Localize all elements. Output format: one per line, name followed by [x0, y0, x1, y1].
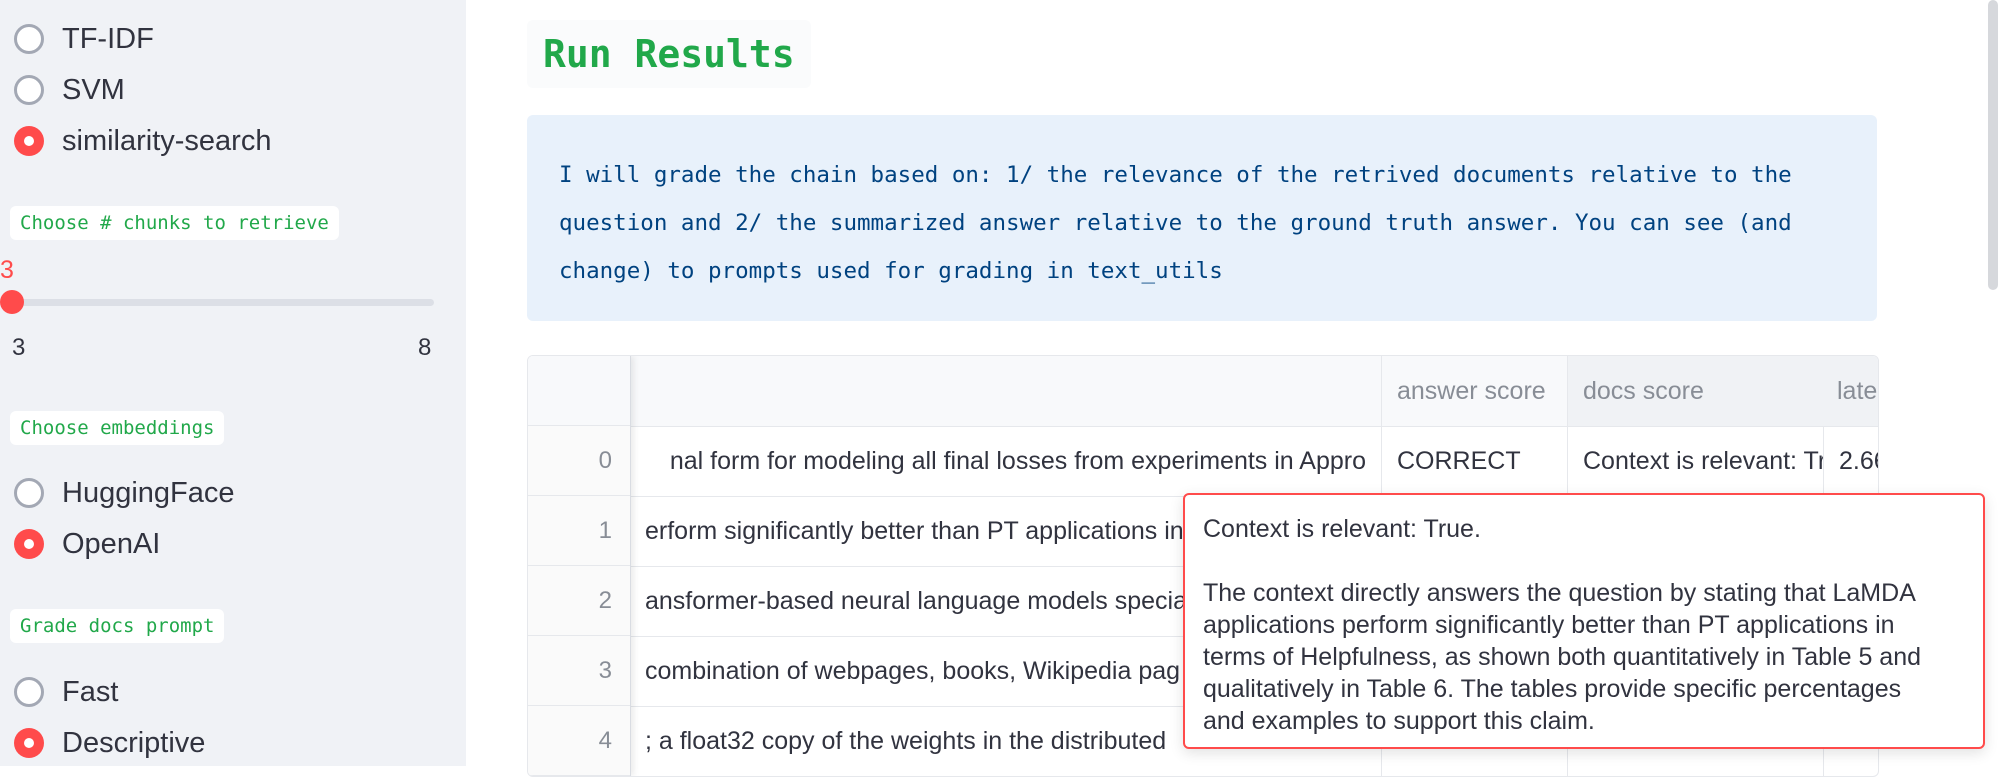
page-title: Run Results — [527, 20, 811, 88]
radio-selected-icon — [14, 728, 44, 758]
embeddings-label: Choose embeddings — [10, 411, 225, 445]
radio-label: Descriptive — [62, 726, 206, 759]
radio-circle-icon — [14, 24, 44, 54]
table-row[interactable]: nal form for modeling all final losses f… — [528, 426, 1878, 497]
radio-fast[interactable]: Fast — [14, 672, 118, 712]
index-header — [528, 356, 630, 426]
radio-circle-icon — [14, 75, 44, 105]
docs-score-tooltip: Context is relevant: True. The context d… — [1183, 493, 1985, 749]
tooltip-line: The context directly answers the questio… — [1203, 579, 1916, 607]
cell-question[interactable]: nal form for modeling all final losses f… — [630, 426, 1382, 496]
radio-similarity-search[interactable]: similarity-search — [14, 121, 271, 161]
cell-latency[interactable]: 2.66 — [1824, 426, 1878, 496]
row-index: 2 — [528, 566, 630, 636]
radio-huggingface[interactable]: HuggingFace — [14, 473, 235, 513]
row-index: 1 — [528, 496, 630, 566]
radio-openai[interactable]: OpenAI — [14, 524, 160, 564]
tooltip-line: qualitatively in Table 6. The tables pro… — [1203, 675, 1902, 703]
radio-selected-icon — [14, 529, 44, 559]
info-line: question and 2/ the summarized answer re… — [559, 210, 1792, 236]
page-scrollbar[interactable] — [1988, 0, 1998, 290]
slider-min-label: 3 — [12, 334, 26, 361]
info-line: change) to prompts used for grading in t… — [559, 258, 1223, 284]
tooltip-line: terms of Helpfulness, as shown both quan… — [1203, 643, 1922, 671]
chunks-slider-track[interactable] — [10, 299, 434, 306]
radio-label: HuggingFace — [62, 476, 235, 509]
radio-label: similarity-search — [62, 124, 272, 157]
slider-current-value: 3 — [0, 256, 14, 284]
header-answer-score[interactable]: answer score — [1382, 356, 1568, 426]
header-question[interactable] — [630, 356, 1382, 426]
radio-circle-icon — [14, 677, 44, 707]
row-index: 3 — [528, 636, 630, 706]
chunks-label: Choose # chunks to retrieve — [10, 206, 339, 240]
radio-label: Fast — [62, 675, 119, 708]
radio-circle-icon — [14, 478, 44, 508]
info-box: I will grade the chain based on: 1/ the … — [527, 115, 1877, 321]
radio-label: TF-IDF — [62, 22, 154, 55]
radio-descriptive[interactable]: Descriptive — [14, 723, 205, 763]
radio-tf-idf[interactable]: TF-IDF — [14, 19, 154, 59]
header-latency[interactable]: later — [1822, 356, 1878, 426]
info-line: I will grade the chain based on: 1/ the … — [559, 162, 1792, 188]
radio-label: OpenAI — [62, 527, 161, 560]
tooltip-line: Context is relevant: True. — [1203, 515, 1481, 543]
table-header-row: answer score docs score later — [528, 356, 1878, 427]
row-index: 0 — [528, 426, 630, 496]
tooltip-line: applications perform significantly bette… — [1203, 611, 1895, 639]
index-column: 0 1 2 3 4 — [528, 356, 631, 776]
tooltip-line: and examples to support this claim. — [1203, 707, 1595, 735]
cell-answer-score[interactable]: CORRECT — [1382, 426, 1568, 496]
sidebar: TF-IDF SVM similarity-search Choose # ch… — [0, 0, 466, 766]
slider-max-label: 8 — [418, 334, 432, 361]
radio-selected-icon — [14, 126, 44, 156]
radio-label: SVM — [62, 73, 125, 106]
radio-svm[interactable]: SVM — [14, 70, 125, 110]
cell-docs-score[interactable]: Context is relevant: True. T — [1568, 426, 1824, 496]
chunks-slider-thumb[interactable] — [0, 290, 24, 314]
grade-docs-label: Grade docs prompt — [10, 609, 225, 643]
